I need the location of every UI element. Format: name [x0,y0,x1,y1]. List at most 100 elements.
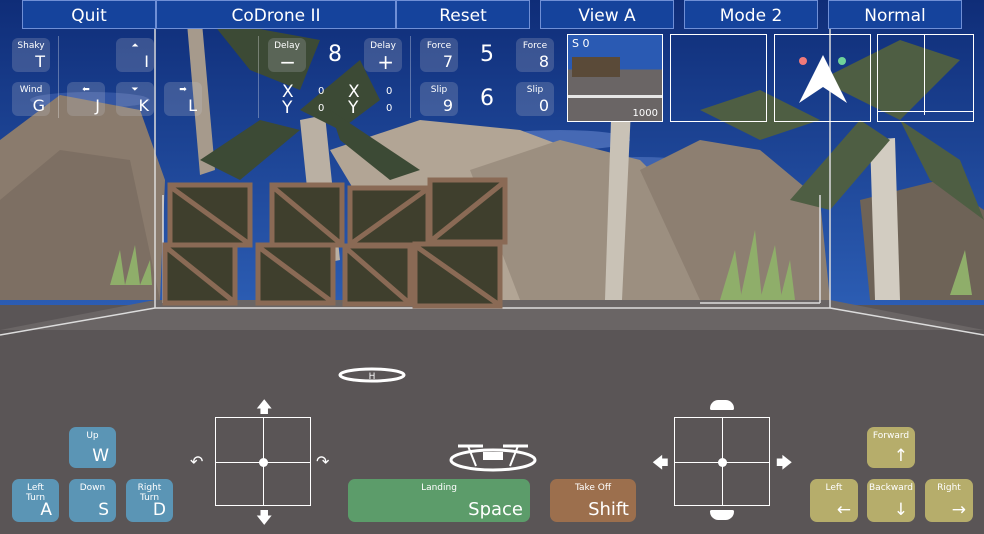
delay-minus-key-char: − [279,50,296,74]
delay-plus-key-char: + [377,50,394,74]
preview-crates [572,57,620,77]
right-move-label: Right [937,483,961,493]
throttle-down-icon: 🡇 [256,508,273,527]
speed-button[interactable]: Normal [828,0,962,29]
svg-text:H: H [369,372,376,382]
quit-button[interactable]: Quit [22,0,156,29]
right-stick[interactable] [674,417,770,506]
forward-label: Forward [872,431,910,441]
camera-label: S 0 [572,37,590,50]
y2-label: Y [348,98,359,118]
force-plus-label: Force [522,41,548,51]
arrow-left-icon: ← [836,500,851,520]
right-turn-key-char: D [152,500,166,520]
throttle-down-icon: ⏷ [131,85,139,95]
take-off-key-char: Shift [588,499,629,520]
altitude-value: 1000 [632,108,658,119]
slip-plus-key[interactable]: Slip 0 [516,82,554,116]
down-key-char: K [138,96,150,115]
delay-plus-key[interactable]: Delay + [364,38,402,72]
roll-left-icon: 🡄 [652,453,669,472]
altitude-baseline [878,111,973,112]
arrow-right-icon: ➡ [179,85,187,95]
down-move-key-char: S [98,500,109,520]
throttle-up-key-char: I [144,52,149,71]
app-title: CoDrone II [156,0,396,29]
arrow-right-icon: → [951,500,966,520]
arrow-up-icon: ↑ [893,446,908,466]
arrow-left-icon: ⬅ [82,85,90,95]
left-move-key[interactable]: Left ← [810,479,858,522]
force-minus-label: Force [426,41,452,51]
force-value: 5 [480,42,494,67]
y1-label: Y [282,98,293,118]
wind-label: Wind [19,85,43,95]
slip-minus-label: Slip [430,85,448,95]
down-move-label: Down [79,483,106,493]
rotate-right-icon: ↷ [316,452,330,471]
wind-key-char: G [32,96,45,115]
altitude-bar [924,35,925,115]
left-turn-key-char: A [40,500,52,520]
camera-preview: S 0 1000 [567,34,663,122]
delay-value: 8 [328,42,342,67]
right-key-char: L [188,96,197,115]
up-label: Up [86,431,99,441]
heading-arrow-icon [799,55,847,103]
right-key[interactable]: ➡ L [164,82,202,116]
landing-label: Landing [421,483,457,493]
arrow-down-icon: ↓ [893,500,908,520]
shaky-key[interactable]: Shaky T [12,38,50,72]
slip-minus-key[interactable]: Slip 9 [420,82,458,116]
left-key-char: J [95,96,100,115]
reset-button[interactable]: Reset [396,0,530,29]
mode-button[interactable]: Mode 2 [684,0,818,29]
take-off-button[interactable]: Take Off Shift [550,479,636,522]
backward-key[interactable]: Backward ↓ [867,479,915,522]
shaky-key-char: T [35,52,45,71]
forward-key[interactable]: Forward ↑ [867,427,915,468]
x2-value: 0 [386,86,393,97]
up-key-char: W [92,446,109,466]
separator [258,36,259,118]
landing-button[interactable]: Landing Space [348,479,530,522]
map-panel [670,34,767,122]
slip-value: 6 [480,86,494,111]
altitude-panel [877,34,974,122]
x1-value: 0 [318,86,325,97]
left-move-label: Left [825,483,843,493]
throttle-up-icon: 🡅 [256,397,273,416]
right-move-key[interactable]: Right → [925,479,973,522]
left-turn-key[interactable]: Left Turn A [12,479,59,522]
wind-key[interactable]: Wind G [12,82,50,116]
pitch-down-icon [710,510,734,520]
throttle-up-icon: ⏶ [131,41,139,51]
right-turn-key[interactable]: Right Turn D [126,479,173,522]
compass-panel [774,34,871,122]
separator [58,36,59,118]
force-minus-key-char: 7 [442,52,453,71]
left-key[interactable]: ⬅ J [67,82,105,116]
slip-plus-label: Slip [526,85,544,95]
shaky-label: Shaky [17,41,45,51]
slip-minus-key-char: 9 [442,96,453,115]
take-off-label: Take Off [574,483,612,493]
slip-plus-key-char: 0 [538,96,549,115]
pitch-up-icon [710,400,734,410]
force-minus-key[interactable]: Force 7 [420,38,458,72]
rotate-left-icon: ↶ [190,452,204,471]
view-button[interactable]: View A [540,0,674,29]
up-key[interactable]: Up W [69,427,116,468]
left-stick[interactable] [215,417,311,506]
y2-value: 0 [386,103,393,114]
landing-key-char: Space [468,499,523,520]
delay-minus-key[interactable]: Delay − [268,38,306,72]
separator [410,36,411,118]
stick-center-dot [718,458,727,467]
roll-right-icon: 🡆 [776,453,793,472]
throttle-up-key[interactable]: ⏶ I [116,38,154,72]
drone-icon [449,444,537,472]
down-move-key[interactable]: Down S [69,479,116,522]
down-key[interactable]: ⏷ K [116,82,154,116]
force-plus-key[interactable]: Force 8 [516,38,554,72]
